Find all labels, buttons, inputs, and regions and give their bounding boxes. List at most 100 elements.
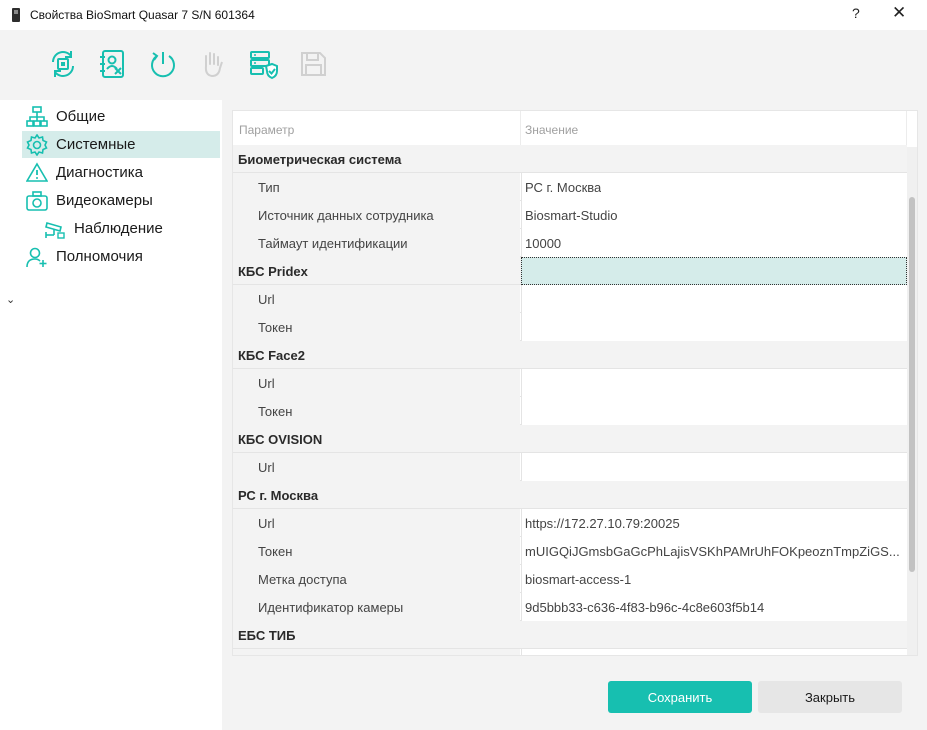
- grid-group-row[interactable]: РС г. Москва: [233, 481, 907, 509]
- window-title: Свойства BioSmart Quasar 7 S/N 601364: [30, 8, 255, 22]
- property-value-cell[interactable]: [521, 313, 907, 341]
- chevron-down-icon[interactable]: ⌄: [6, 293, 15, 306]
- sidebar-item-diagnostics[interactable]: Диагностика: [22, 159, 220, 186]
- property-name-cell[interactable]: Метка доступа: [233, 565, 520, 593]
- sidebar-item-general[interactable]: Общие: [22, 103, 220, 130]
- close-button[interactable]: Закрыть: [758, 681, 902, 713]
- save-button[interactable]: Сохранить: [608, 681, 752, 713]
- property-name: Токен: [258, 320, 293, 335]
- property-name-cell[interactable]: [233, 649, 520, 655]
- restart-device-button[interactable]: [147, 48, 179, 80]
- property-value-cell[interactable]: [521, 649, 907, 655]
- sidebar-item-label: Диагностика: [56, 164, 143, 181]
- grid-property-row[interactable]: Url: [233, 285, 907, 313]
- toolbar: [0, 30, 927, 100]
- sidebar-item-label: Общие: [56, 108, 106, 125]
- delete-contacts-button[interactable]: [97, 48, 129, 80]
- grid-property-row[interactable]: Таймаут идентификации 10000: [233, 229, 907, 257]
- grid-group-row[interactable]: Биометрическая система: [233, 145, 907, 173]
- property-name-cell[interactable]: Таймаут идентификации: [233, 229, 520, 257]
- sidebar: Общие Системные Диагностика ⌄ Видеокамер…: [0, 100, 222, 730]
- property-name: Url: [258, 376, 275, 391]
- property-value-cell[interactable]: mUIGQiJGmsbGaGcPhLajisVSKhPAMrUhFOKpeozn…: [521, 537, 907, 565]
- grid-property-row[interactable]: Url https://172.27.10.79:20025: [233, 509, 907, 537]
- sidebar-item-label: Видеокамеры: [56, 192, 153, 209]
- property-value-cell[interactable]: [521, 453, 907, 481]
- camera-icon: [26, 190, 48, 212]
- property-value-cell[interactable]: biosmart-access-1: [521, 565, 907, 593]
- group-value-cell[interactable]: [521, 257, 907, 285]
- grid-property-row[interactable]: Тип РС г. Москва: [233, 173, 907, 201]
- grid-property-row[interactable]: Источник данных сотрудника Biosmart-Studi…: [233, 201, 907, 229]
- title-bar: Свойства BioSmart Quasar 7 S/N 601364 ? …: [0, 0, 927, 30]
- column-divider[interactable]: [520, 111, 521, 147]
- grid-header: Параметр Значение: [233, 111, 907, 147]
- property-name-cell[interactable]: Токен: [233, 397, 520, 425]
- gear-icon: [26, 133, 48, 156]
- grid-property-row[interactable]: [233, 649, 907, 655]
- property-name-cell[interactable]: Токен: [233, 313, 520, 341]
- grid-property-row[interactable]: Метка доступа biosmart-access-1: [233, 565, 907, 593]
- sidebar-item-system[interactable]: Системные: [22, 131, 220, 158]
- property-value-cell[interactable]: РС г. Москва: [521, 173, 907, 201]
- property-grid: Параметр Значение Биометрическая система…: [232, 110, 918, 656]
- property-value-cell[interactable]: [521, 285, 907, 313]
- contact-remove-icon: [100, 50, 124, 78]
- hand-action-button[interactable]: [197, 48, 229, 80]
- property-name-cell[interactable]: Url: [233, 509, 520, 537]
- property-value: biosmart-access-1: [525, 572, 632, 587]
- grid-group-row[interactable]: КБС Face2: [233, 341, 907, 369]
- property-value-cell[interactable]: [521, 397, 907, 425]
- network-tree-icon: [26, 105, 48, 128]
- property-name-cell[interactable]: Источник данных сотрудника: [233, 201, 520, 229]
- grid-property-row[interactable]: Идентификатор камеры 9d5bbb33-c636-4f83-b…: [233, 593, 907, 621]
- property-value-cell[interactable]: [521, 369, 907, 397]
- help-button[interactable]: ?: [852, 5, 860, 21]
- property-value-cell[interactable]: Biosmart-Studio: [521, 201, 907, 229]
- property-value-cell[interactable]: 10000: [521, 229, 907, 257]
- grid-property-row[interactable]: Токен: [233, 313, 907, 341]
- cctv-icon: [44, 218, 66, 240]
- group-title: КБС OVISION: [238, 432, 323, 447]
- sidebar-item-label: Полномочия: [56, 248, 143, 265]
- column-divider: [906, 111, 907, 147]
- group-title: КБС Pridex: [238, 264, 308, 279]
- scrollbar-thumb[interactable]: [909, 197, 915, 572]
- property-name-cell[interactable]: Url: [233, 285, 520, 313]
- column-header-value[interactable]: Значение: [525, 123, 578, 137]
- property-value: mUIGQiJGmsbGaGcPhLajisVSKhPAMrUhFOKpeozn…: [525, 544, 900, 559]
- close-window-button[interactable]: ✕: [892, 3, 906, 23]
- group-title: Биометрическая система: [238, 152, 402, 167]
- grid-group-row[interactable]: ЕБС ТИБ: [233, 621, 907, 649]
- grid-property-row[interactable]: Токен: [233, 397, 907, 425]
- column-header-param[interactable]: Параметр: [239, 123, 294, 137]
- grid-property-row[interactable]: Url: [233, 369, 907, 397]
- property-name: Url: [258, 460, 275, 475]
- property-value: РС г. Москва: [525, 180, 602, 195]
- sidebar-item-cameras[interactable]: Видеокамеры: [22, 187, 220, 214]
- sync-device-button[interactable]: [47, 48, 79, 80]
- property-name-cell[interactable]: Url: [233, 369, 520, 397]
- sidebar-item-label: Системные: [56, 136, 136, 153]
- sidebar-item-surveillance[interactable]: Наблюдение: [44, 215, 220, 242]
- property-name: Токен: [258, 544, 293, 559]
- property-value-cell[interactable]: https://172.27.10.79:20025: [521, 509, 907, 537]
- grid-rows: Биометрическая система Тип РС г. Москва Ист…: [233, 145, 907, 655]
- property-name-cell[interactable]: Url: [233, 453, 520, 481]
- property-name-cell[interactable]: Токен: [233, 537, 520, 565]
- grid-group-row[interactable]: КБС Pridex: [233, 257, 907, 285]
- grid-property-row[interactable]: Токен mUIGQiJGmsbGaGcPhLajisVSKhPAMrUhFOK…: [233, 537, 907, 565]
- property-value-cell[interactable]: 9d5bbb33-c636-4f83-b96c-4c8e603f5b14: [521, 593, 907, 621]
- user-add-icon: [26, 246, 48, 268]
- save-toolbar-button[interactable]: [297, 48, 329, 80]
- property-value: https://172.27.10.79:20025: [525, 516, 680, 531]
- server-security-button[interactable]: [247, 48, 279, 80]
- property-name-cell[interactable]: Идентификатор камеры: [233, 593, 520, 621]
- vertical-scrollbar[interactable]: [907, 147, 917, 655]
- app-phone-icon: [12, 8, 20, 22]
- sidebar-item-permissions[interactable]: Полномочия: [22, 243, 220, 270]
- grid-group-row[interactable]: КБС OVISION: [233, 425, 907, 453]
- grid-property-row[interactable]: Url: [233, 453, 907, 481]
- property-name-cell[interactable]: Тип: [233, 173, 520, 201]
- server-shield-icon: [250, 51, 278, 80]
